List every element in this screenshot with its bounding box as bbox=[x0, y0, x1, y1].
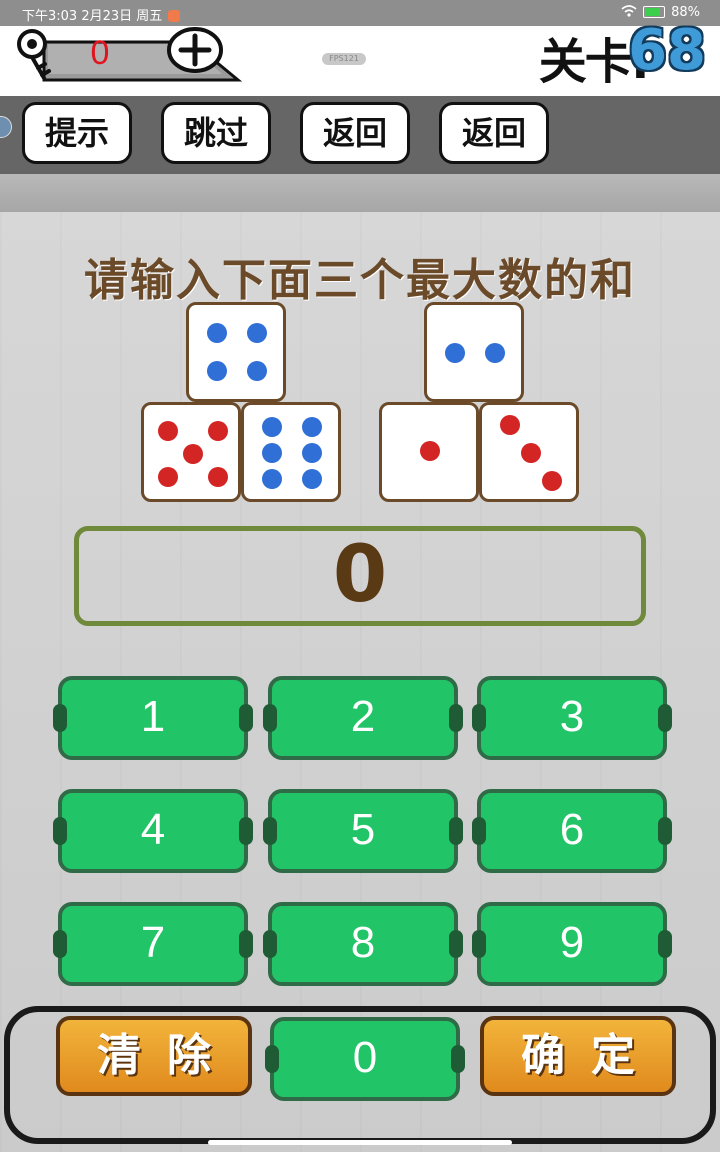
question-text: 请输入下面三个最大数的和 bbox=[84, 255, 636, 306]
status-time-text: 下午3:03 2月23日 周五 bbox=[22, 9, 163, 24]
red-pip bbox=[183, 444, 203, 464]
level-number: 68 bbox=[628, 18, 706, 83]
battery-icon bbox=[642, 6, 665, 18]
die-left-bottom-left bbox=[141, 402, 241, 502]
key-2[interactable]: 2 bbox=[263, 676, 463, 760]
die-right-top bbox=[424, 302, 524, 402]
home-indicator[interactable] bbox=[208, 1140, 512, 1145]
hint-button[interactable]: 提示 bbox=[22, 102, 132, 164]
red-pip bbox=[500, 415, 520, 435]
blue-pip bbox=[247, 361, 267, 381]
confirm-button[interactable]: 确定 bbox=[480, 1016, 676, 1096]
notification-icon bbox=[168, 10, 181, 22]
key-7[interactable]: 7 bbox=[53, 902, 253, 986]
blue-pip bbox=[302, 469, 322, 489]
key-1[interactable]: 1 bbox=[53, 676, 253, 760]
red-pip bbox=[158, 421, 178, 441]
fps-indicator: FPS121 bbox=[322, 53, 366, 65]
key-5[interactable]: 5 bbox=[263, 789, 463, 873]
key-8[interactable]: 8 bbox=[263, 902, 463, 986]
back-button[interactable]: 返回 bbox=[300, 102, 410, 164]
die-right-bottom-right bbox=[479, 402, 579, 502]
key-0[interactable]: 0 bbox=[265, 1017, 465, 1101]
divider-bar bbox=[0, 174, 720, 212]
die-left-top bbox=[186, 302, 286, 402]
blue-pip bbox=[247, 323, 267, 343]
add-hint-button[interactable] bbox=[166, 26, 224, 76]
blue-pip bbox=[302, 417, 322, 437]
red-pip bbox=[542, 471, 562, 491]
answer-display: 0 bbox=[74, 526, 646, 626]
blue-pip bbox=[262, 417, 282, 437]
key-4[interactable]: 4 bbox=[53, 789, 253, 873]
blue-pip bbox=[445, 343, 465, 363]
blue-pip bbox=[302, 443, 322, 463]
back-button-2[interactable]: 返回 bbox=[439, 102, 549, 164]
red-pip bbox=[420, 441, 440, 461]
clear-button[interactable]: 清除 bbox=[56, 1016, 252, 1096]
menu-bar: 提示 跳过 返回 返回 bbox=[0, 96, 720, 174]
status-time-date: 下午3:03 2月23日 周五 bbox=[22, 5, 181, 24]
red-pip bbox=[208, 421, 228, 441]
side-handle-icon[interactable] bbox=[0, 116, 12, 138]
blue-pip bbox=[262, 443, 282, 463]
die-right-bottom-left bbox=[379, 402, 479, 502]
skip-button[interactable]: 跳过 bbox=[161, 102, 271, 164]
game-top-bar: 0 FPS121 关卡: 68 bbox=[0, 18, 720, 96]
key-3[interactable]: 3 bbox=[472, 676, 672, 760]
red-pip bbox=[158, 467, 178, 487]
key-icon bbox=[17, 29, 51, 80]
blue-pip bbox=[207, 361, 227, 381]
die-left-bottom-right bbox=[241, 402, 341, 502]
red-pip bbox=[208, 467, 228, 487]
key-6[interactable]: 6 bbox=[472, 789, 672, 873]
blue-pip bbox=[485, 343, 505, 363]
blue-pip bbox=[207, 323, 227, 343]
hint-count: 0 bbox=[90, 34, 110, 72]
red-pip bbox=[521, 443, 541, 463]
key-9[interactable]: 9 bbox=[472, 902, 672, 986]
blue-pip bbox=[262, 469, 282, 489]
puzzle-area: 请输入下面三个最大数的和 0 1 2 3 4 5 6 7 8 9 清除 0 确定 bbox=[0, 212, 720, 1152]
